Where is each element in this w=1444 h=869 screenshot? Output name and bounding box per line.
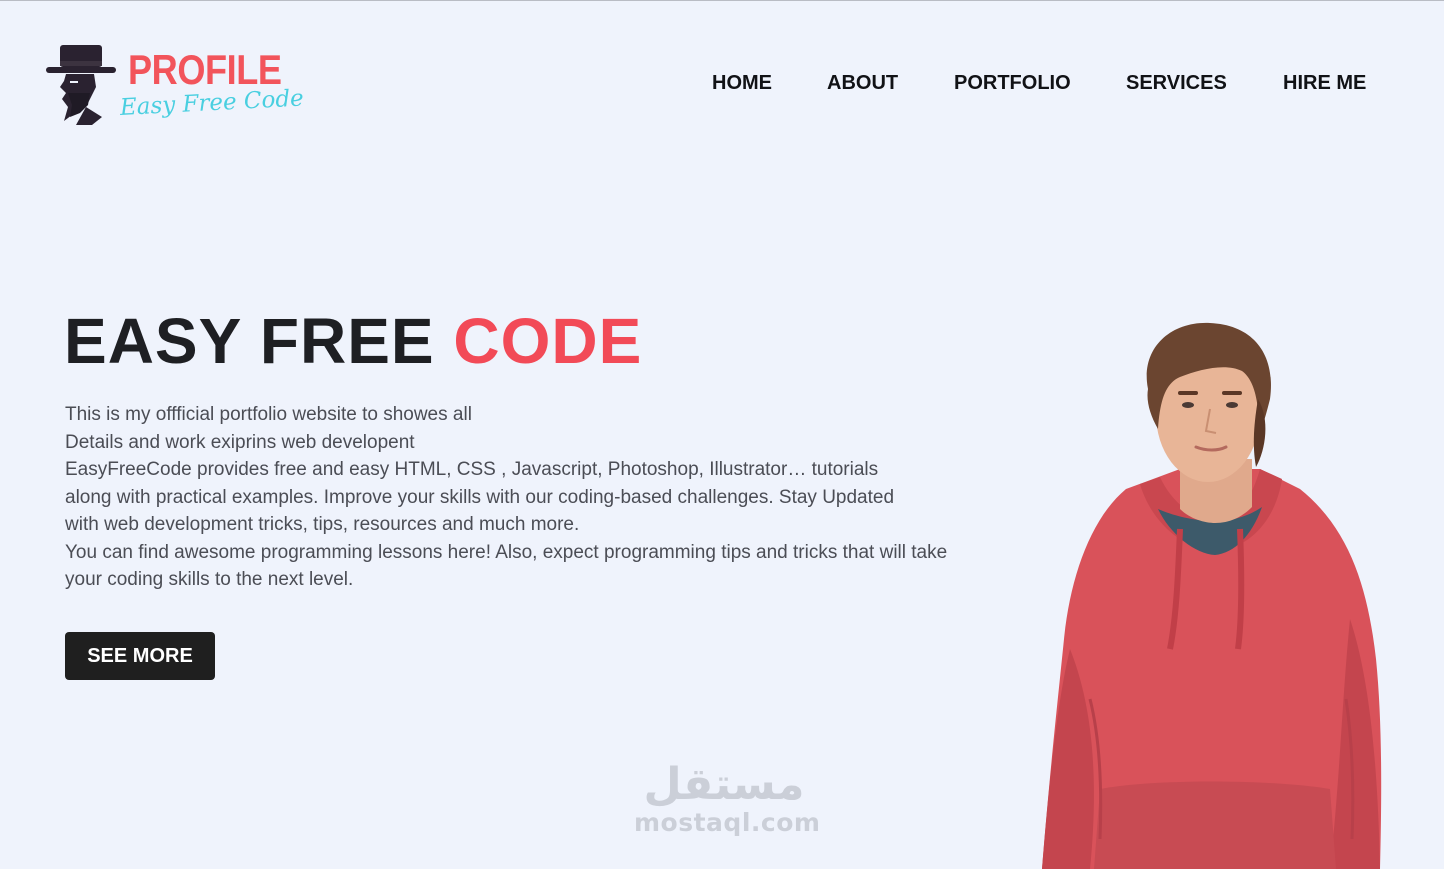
profile-photo xyxy=(1042,322,1382,869)
nav-about-link[interactable]: ABOUT xyxy=(827,71,898,95)
brand-logo[interactable]: PROFILE Easy Free Code xyxy=(46,43,304,133)
hero-text-line: This is my offficial portfolio website t… xyxy=(65,404,472,425)
watermark-domain: mostaql.com xyxy=(634,808,821,837)
hero-title: EASY FREE CODE xyxy=(64,305,642,377)
hero-text-line: Details and work exiprins web developent xyxy=(65,431,415,453)
nav-home-link[interactable]: HOME xyxy=(712,71,772,95)
gentleman-hat-icon xyxy=(46,45,116,125)
nav-portfolio-link[interactable]: PORTFOLIO xyxy=(954,71,1071,95)
hero-text-line: your coding skills to the next level. xyxy=(65,569,354,590)
hero-text-line: with web development tricks, tips, resou… xyxy=(65,514,580,535)
watermark-arabic: مستقل xyxy=(643,759,805,810)
hero-text-line: along with practical examples. Improve y… xyxy=(65,486,895,508)
hero-title-main: EASY FREE xyxy=(64,305,454,377)
see-more-button[interactable]: SEE MORE xyxy=(65,632,215,680)
hero-title-accent: CODE xyxy=(453,305,643,377)
hero-text-line: You can find awesome programming lessons… xyxy=(65,541,948,563)
watermark: مستقل mostaql.com xyxy=(634,759,821,837)
nav-services-link[interactable]: SERVICES xyxy=(1126,71,1227,95)
hero-description: This is my offficial portfolio website t… xyxy=(65,401,1005,594)
hero-text-line: EasyFreeCode provides free and easy HTML… xyxy=(65,459,879,480)
nav-hire-me-link[interactable]: HIRE ME xyxy=(1283,71,1366,95)
